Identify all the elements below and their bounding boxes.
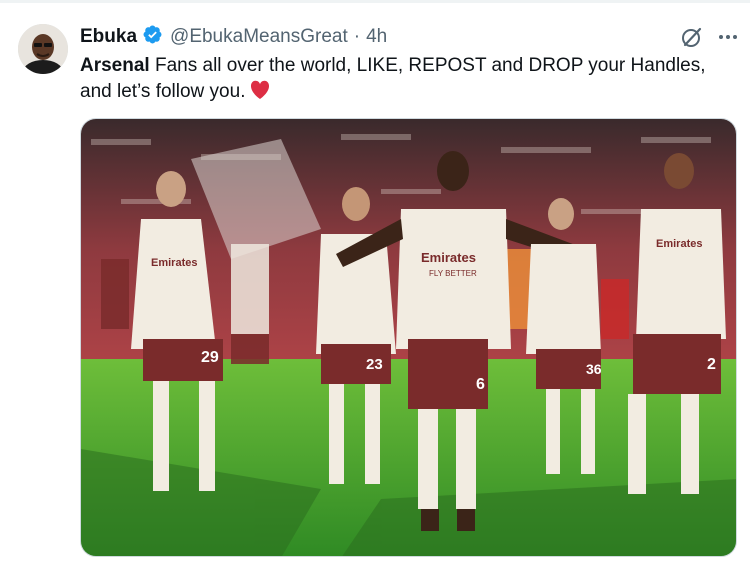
- shirt-sponsor: Emirates: [421, 250, 476, 265]
- author-handle[interactable]: @EbukaMeansGreat: [170, 26, 348, 48]
- tweet[interactable]: Ebuka @EbukaMeansGreat · 4h Arsenal Fans…: [0, 0, 750, 573]
- shirt-sponsor: Emirates: [656, 238, 702, 250]
- tweet-text-bold: Arsenal: [80, 55, 150, 76]
- tweet-header: Ebuka @EbukaMeansGreat · 4h: [80, 24, 387, 50]
- tweet-text: Arsenal Fans all over the world, LIKE, R…: [80, 53, 720, 108]
- more-options-icon[interactable]: [715, 24, 741, 50]
- player-number: 2: [707, 356, 716, 373]
- player-number: 23: [366, 356, 383, 373]
- shirt-sponsor: Emirates: [151, 257, 197, 269]
- grok-icon[interactable]: [679, 24, 705, 50]
- timestamp[interactable]: 4h: [366, 26, 387, 48]
- player-number: 6: [476, 376, 485, 393]
- player-number: 36: [586, 361, 602, 377]
- tweet-image[interactable]: 29 Emirates 23 Emirates FLY BETTER 6 36 …: [80, 118, 737, 557]
- verified-badge-icon: [137, 24, 170, 51]
- tweet-text-rest: Fans all over the world, LIKE, REPOST an…: [80, 55, 706, 102]
- author-name[interactable]: Ebuka: [80, 26, 137, 48]
- avatar[interactable]: [18, 24, 68, 74]
- player-number: 29: [201, 349, 219, 366]
- separator-dot: ·: [353, 26, 361, 47]
- shirt-slogan: FLY BETTER: [429, 269, 477, 278]
- heart-emoji-icon: [249, 80, 271, 108]
